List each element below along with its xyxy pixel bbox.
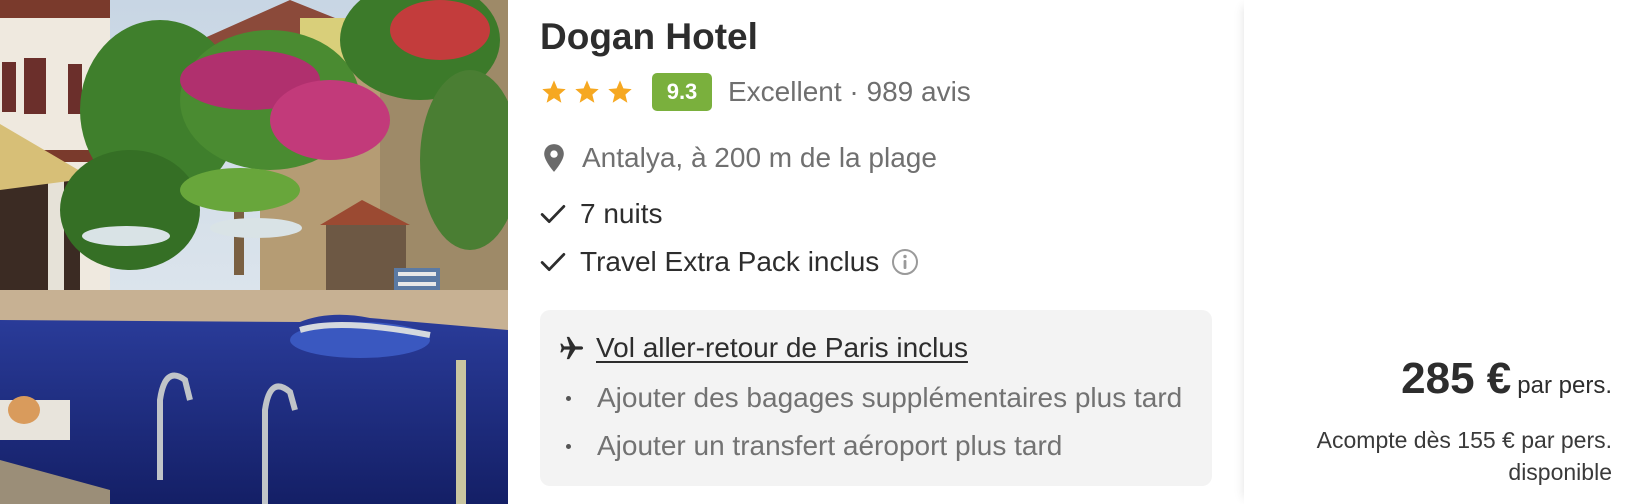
hotel-info: Dogan Hotel 9.3 Excellent · 989 avis Ant… [508, 0, 1244, 504]
price-line: 285 € par pers. [1401, 354, 1612, 404]
flight-included: Vol aller-retour de Paris inclus [558, 330, 968, 366]
bullet-icon [566, 443, 571, 449]
flight-link[interactable]: Vol aller-retour de Paris inclus [596, 332, 968, 364]
deposit-info: Acompte dès 155 € par pers. disponible [1316, 427, 1612, 485]
check-icon [540, 205, 566, 223]
review-summary[interactable]: Excellent · 989 avis [728, 76, 971, 108]
hotel-name[interactable]: Dogan Hotel [540, 16, 758, 58]
star-icon [575, 80, 599, 103]
hotel-offer-card[interactable]: Dogan Hotel 9.3 Excellent · 989 avis Ant… [0, 0, 1634, 504]
feature-nights: 7 nuits [540, 196, 663, 232]
price-panel: 285 € par pers. Acompte dès 155 € par pe… [1244, 0, 1634, 504]
flight-panel: Vol aller-retour de Paris inclus Ajouter… [540, 310, 1212, 486]
price-amount: 285 € [1401, 354, 1512, 403]
check-icon [540, 253, 566, 271]
feature-travel-extra-pack: Travel Extra Pack inclus [540, 244, 919, 280]
bullet-icon [566, 395, 571, 401]
map-pin-icon [544, 144, 564, 172]
star-icon [542, 80, 566, 103]
extra-baggage: Ajouter des bagages supplémentaires plus… [566, 380, 1182, 416]
review-score-badge: 9.3 [652, 73, 712, 111]
extra-transfer: Ajouter un transfert aéroport plus tard [566, 428, 1062, 464]
hotel-photo[interactable] [0, 0, 508, 504]
info-icon[interactable] [891, 248, 919, 276]
location-text: Antalya, à 200 m de la plage [582, 142, 937, 173]
feature-label: 7 nuits [580, 198, 663, 229]
extra-label: Ajouter un transfert aéroport plus tard [597, 430, 1063, 461]
rating-row: 9.3 Excellent · 989 avis [540, 72, 971, 112]
star-icon [608, 80, 632, 103]
feature-label: Travel Extra Pack inclus [580, 246, 880, 277]
location-row: Antalya, à 200 m de la plage [540, 140, 937, 176]
star-rating [540, 78, 634, 106]
plane-icon [560, 336, 584, 360]
extra-label: Ajouter des bagages supplémentaires plus… [597, 382, 1183, 413]
price-unit: par pers. [1517, 372, 1612, 399]
